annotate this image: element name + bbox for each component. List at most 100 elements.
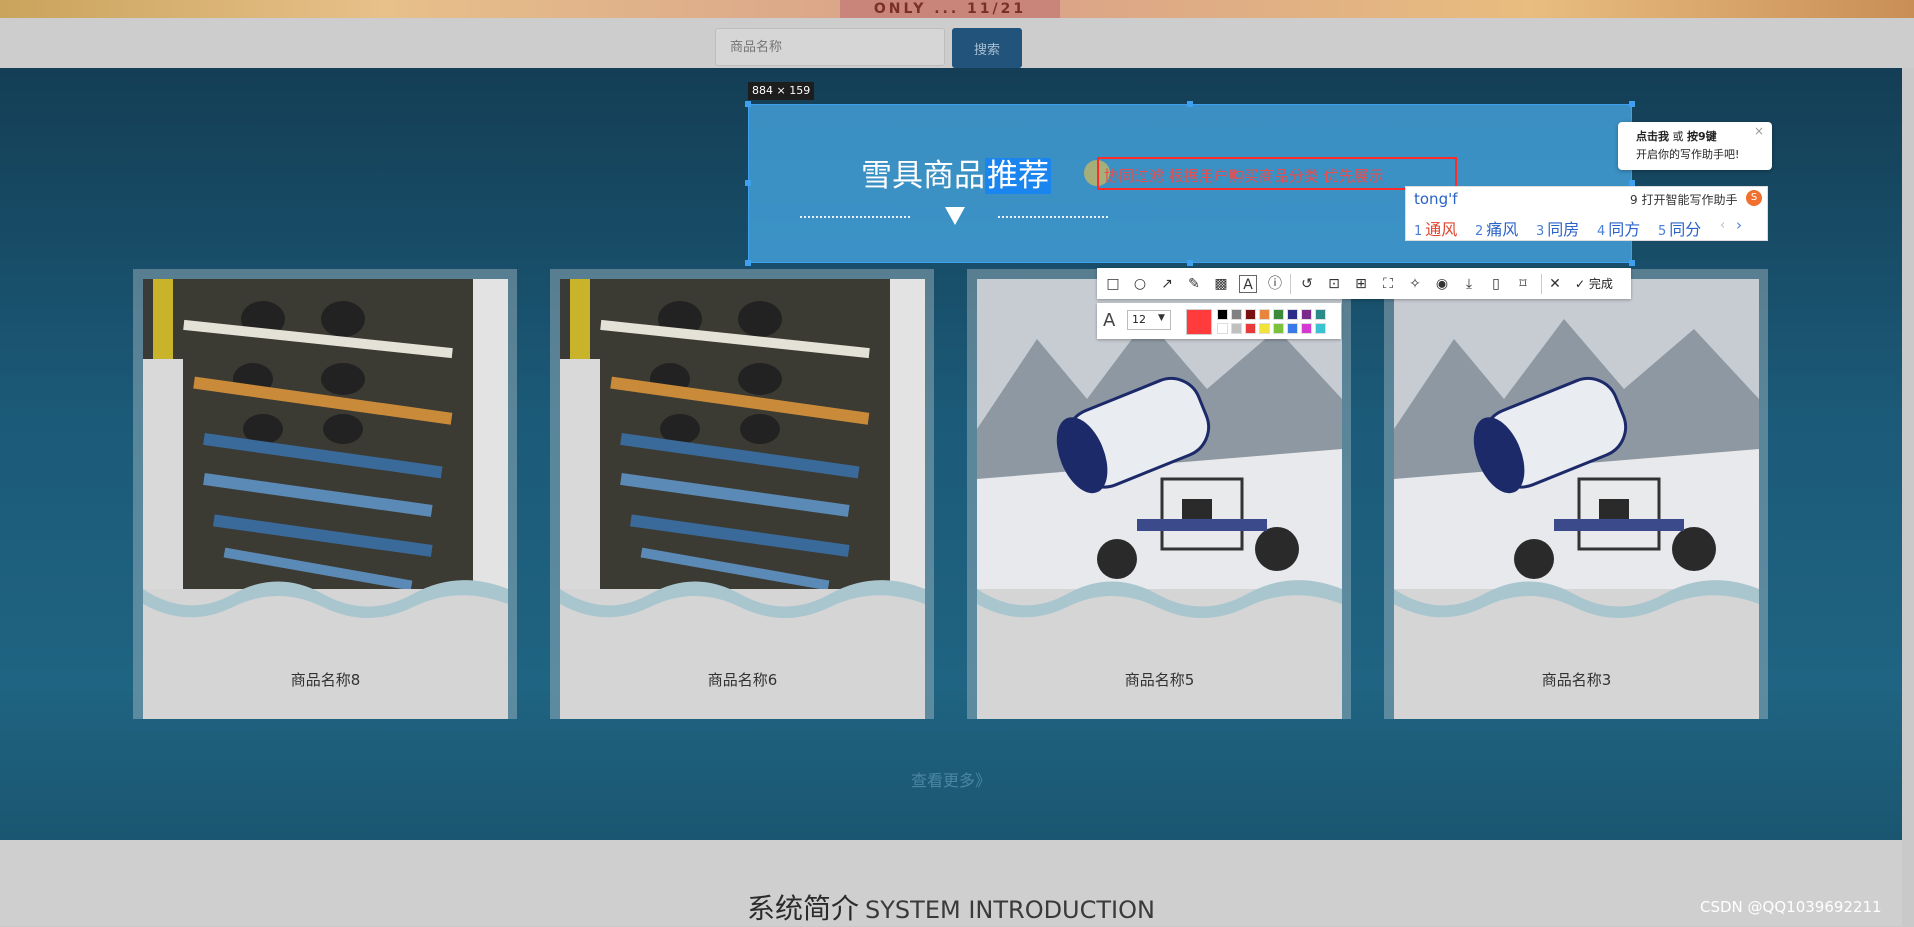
product-name[interactable]: 商品名称3 — [1394, 669, 1759, 690]
resize-handle[interactable] — [745, 101, 751, 107]
product-card[interactable]: 商品名称5 — [977, 279, 1342, 719]
ime-candidate[interactable]: 4 同方 — [1597, 216, 1640, 240]
wave-decoration — [143, 580, 508, 629]
mosaic-icon[interactable]: ▩ — [1212, 275, 1230, 293]
wave-decoration — [1394, 580, 1759, 629]
intro-title-en: SYSTEM INTRODUCTION — [865, 896, 1155, 924]
resize-handle[interactable] — [745, 260, 751, 266]
pin-icon[interactable]: ⛶ — [1379, 275, 1397, 293]
color-swatch[interactable] — [1231, 323, 1242, 334]
product-card[interactable]: 商品名称6 — [560, 279, 925, 719]
tip-key-text: 按9键 — [1687, 130, 1717, 143]
product-card[interactable]: 商品名称8 — [143, 279, 508, 719]
ime-composition: tong'f — [1414, 190, 1458, 208]
candidate-number: 5 — [1658, 224, 1667, 239]
color-swatch[interactable] — [1217, 323, 1228, 334]
wave-decoration — [977, 580, 1342, 629]
close-icon[interactable]: × — [1754, 124, 1764, 138]
arrow-icon[interactable]: ↗ — [1158, 275, 1176, 293]
snowboard-rack-image[interactable] — [143, 279, 508, 589]
color-swatch[interactable] — [1245, 309, 1256, 320]
close-icon[interactable]: ✕ — [1546, 275, 1564, 293]
ime-assistant-option[interactable]: 9 打开智能写作助手 — [1630, 191, 1737, 208]
save-mobile-icon[interactable]: ▯ — [1487, 275, 1505, 293]
tip-or-text: 或 — [1669, 130, 1687, 143]
capture-size-label: 884 × 159 — [748, 82, 815, 100]
ime-candidate[interactable]: 1 通风 — [1414, 216, 1457, 240]
color-swatch[interactable] — [1217, 309, 1228, 320]
ime-prev-page-icon[interactable]: ‹ — [1720, 218, 1725, 233]
product-name[interactable]: 商品名称5 — [977, 669, 1342, 690]
wave-decoration — [560, 580, 925, 629]
candidate-word: 同方 — [1608, 220, 1641, 239]
candidate-number: 4 — [1597, 224, 1606, 239]
ime-candidate[interactable]: 3 同房 — [1536, 216, 1579, 240]
ime-candidate[interactable]: 2 痛风 — [1475, 216, 1518, 240]
pencil-icon[interactable]: ✎ — [1185, 275, 1203, 293]
color-swatch[interactable] — [1301, 323, 1312, 334]
banner-text: ONLY ... 11/21 — [840, 0, 1060, 18]
tip-line-2: 开启你的写作助手吧! — [1636, 148, 1740, 161]
color-swatch[interactable] — [1259, 309, 1270, 320]
snow-cannon-image[interactable] — [1394, 279, 1759, 589]
ocr-icon[interactable]: ⊡ — [1325, 275, 1343, 293]
text-icon[interactable]: A — [1239, 275, 1257, 293]
writing-assistant-tip[interactable]: 点击我 或 按9键 开启你的写作助手吧! — [1618, 122, 1772, 170]
resize-handle[interactable] — [745, 180, 751, 186]
tip-click-text: 点击我 — [1636, 130, 1669, 143]
rectangle-icon[interactable]: □ — [1104, 275, 1122, 293]
record-icon[interactable]: ◉ — [1433, 275, 1451, 293]
snowboard-rack-image[interactable] — [560, 279, 925, 589]
product-name[interactable]: 商品名称6 — [560, 669, 925, 690]
color-swatch[interactable] — [1245, 323, 1256, 334]
ellipse-icon[interactable]: ○ — [1131, 275, 1149, 293]
ime-candidate[interactable]: 5 同分 — [1658, 216, 1701, 240]
check-icon: ✓ — [1575, 277, 1589, 291]
toolbar-divider — [1290, 274, 1291, 294]
resize-handle[interactable] — [1187, 101, 1193, 107]
ime-next-page-icon[interactable]: › — [1736, 216, 1742, 234]
undo-icon[interactable]: ↺ — [1298, 275, 1316, 293]
down-arrow-icon — [945, 207, 965, 225]
color-swatch[interactable] — [1273, 309, 1284, 320]
candidate-word: 同分 — [1669, 220, 1702, 239]
view-more-link[interactable]: 查看更多》 — [0, 767, 1902, 791]
font-size-icon: A — [1103, 310, 1116, 331]
candidate-word: 通风 — [1425, 220, 1458, 239]
resize-handle[interactable] — [1629, 101, 1635, 107]
annotation-text[interactable]: 协同过滤 根据用户购买商品分类 优先展示 — [1104, 165, 1384, 186]
dotted-divider — [998, 216, 1108, 220]
candidate-number: 2 — [1475, 224, 1484, 239]
candidate-word: 同房 — [1547, 220, 1580, 239]
dotted-divider — [800, 216, 910, 220]
translate-icon[interactable]: ⊞ — [1352, 275, 1370, 293]
color-swatch[interactable] — [1273, 323, 1284, 334]
search-button[interactable]: 搜索 — [952, 28, 1022, 68]
product-name[interactable]: 商品名称8 — [143, 669, 508, 690]
color-swatch[interactable] — [1315, 309, 1326, 320]
chevron-down-icon[interactable]: ▼ — [1158, 313, 1165, 323]
current-color-swatch[interactable] — [1186, 309, 1212, 335]
done-button[interactable]: ✓ 完成 — [1575, 275, 1613, 292]
color-swatch[interactable] — [1287, 323, 1298, 334]
search-input[interactable] — [715, 28, 945, 66]
color-swatch[interactable] — [1301, 309, 1312, 320]
number-icon[interactable]: ⓘ — [1266, 275, 1284, 293]
candidate-number: 3 — [1536, 224, 1545, 239]
ime-logo-icon: S — [1746, 190, 1762, 206]
watermark: CSDN @QQ1039692211 — [1700, 898, 1882, 916]
tip-line-1: 点击我 或 按9键 — [1636, 128, 1772, 146]
ai-icon[interactable]: ✧ — [1406, 275, 1424, 293]
resize-handle[interactable] — [1629, 260, 1635, 266]
color-swatch[interactable] — [1259, 323, 1270, 334]
candidate-number: 1 — [1414, 224, 1423, 239]
section-title: 雪具商品推荐 — [861, 150, 1051, 195]
bookmark-icon[interactable]: ⌑ — [1514, 275, 1532, 293]
color-swatch[interactable] — [1287, 309, 1298, 320]
product-card[interactable]: 商品名称3 — [1394, 279, 1759, 719]
download-icon[interactable]: ⤓ — [1460, 275, 1478, 293]
resize-handle[interactable] — [1187, 260, 1193, 266]
color-swatch[interactable] — [1315, 323, 1326, 334]
intro-title: 系统简介 SYSTEM INTRODUCTION — [0, 887, 1902, 927]
color-swatch[interactable] — [1231, 309, 1242, 320]
